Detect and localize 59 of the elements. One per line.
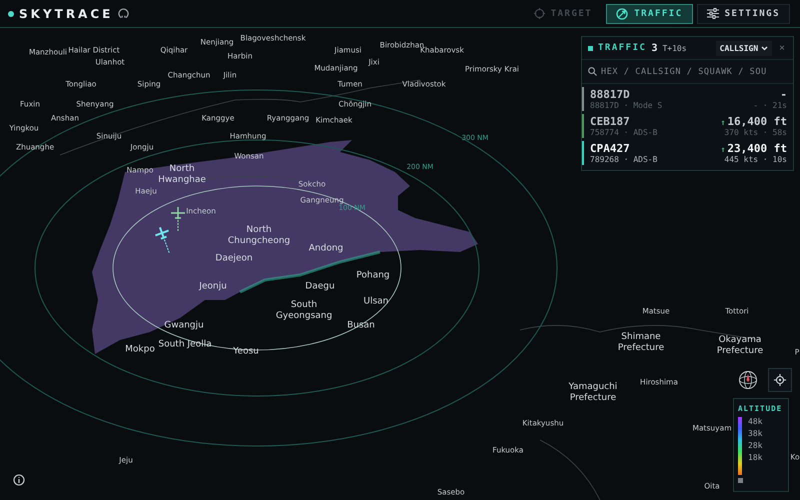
place-label: North Hwanghae [158,164,206,186]
search-icon [588,67,597,76]
speed-age: 370 kts · 58s [723,128,787,137]
place-label: Andong [308,244,344,254]
place-label: North Chungcheong [228,225,290,247]
traffic-count: 3 [651,42,658,54]
aircraft-icon[interactable] [154,226,170,254]
place-label: Daegu [305,282,335,292]
sliders-icon [706,8,719,19]
place-label: Daejeon [215,254,253,264]
altitude-tick: 18k [748,453,762,462]
close-button[interactable]: × [777,42,787,54]
aircraft-info: 88817D · Mode S [590,101,664,110]
altitude-reading: ↑ 23,400 ft [720,142,787,155]
place-label: Jeonju [199,282,227,292]
place-label: Shimane Prefecture [618,332,664,354]
altitude-reading: ↑ 16,400 ft [720,115,787,128]
aircraft-info: 758774 · ADS-B [590,128,658,137]
traffic-row[interactable]: CPA427 ↑ 23,400 ft 789268 · ADS-B 445 kts · 10s [582,141,793,165]
status-square [588,46,593,50]
altitude-tick: 28k [748,441,762,450]
speed-age: 445 kts · 10s [723,155,787,164]
altitude-tick: 38k [748,429,762,438]
nav-tab[interactable]: SETTINGS [696,4,790,24]
altitude-tick: 48k [748,417,762,426]
place-label: Ulsan [364,296,388,308]
github-icon[interactable] [118,8,130,19]
update-age: T+10s [662,44,687,52]
traffic-row[interactable]: CEB187 ↑ 16,400 ft 758774 · ADS-B 370 kts · 58s [582,114,793,138]
callsign: CPA427 [590,142,630,155]
ground-swatch [738,478,743,483]
place-label: South Gyeongsang [276,300,332,322]
place-label: Mokpo [125,344,155,356]
search-input[interactable]: HEX / CALLSIGN / SQUAWK / SOU [601,66,787,76]
info-icon[interactable] [13,474,25,486]
callsign: CEB187 [590,115,630,128]
nav-tab[interactable]: TRAFFIC [606,4,693,24]
search-field[interactable]: HEX / CALLSIGN / SQUAWK / SOU [582,60,793,84]
app-title: SKYTRACE [19,6,114,20]
traffic-row[interactable]: 88817D - 88817D · Mode S - · 21s [582,87,793,111]
place-label: Okayama Prefecture [716,335,764,357]
callsign: 88817D [590,88,630,101]
altitude-gradient [738,417,742,475]
altitude-reading: - [779,88,787,101]
radar-icon [616,8,628,20]
chevron-icon [761,46,768,50]
compass-icon[interactable] [738,370,758,390]
aircraft-info: 789268 · ADS-B [590,155,658,164]
place-label: Gwangju [164,320,204,332]
aircraft-icon[interactable] [170,206,186,232]
place-label: Yamaguchi Prefecture [568,382,618,404]
crosshair-icon [534,8,545,19]
speed-age: - · 21s [753,101,787,110]
crosshair-icon [774,374,786,386]
locate-button[interactable] [768,368,792,392]
panel-title: TRAFFIC [598,43,646,53]
sort-dropdown[interactable]: CALLSIGN [716,40,772,56]
place-label: Pohang [356,270,390,282]
status-dot [8,10,14,16]
